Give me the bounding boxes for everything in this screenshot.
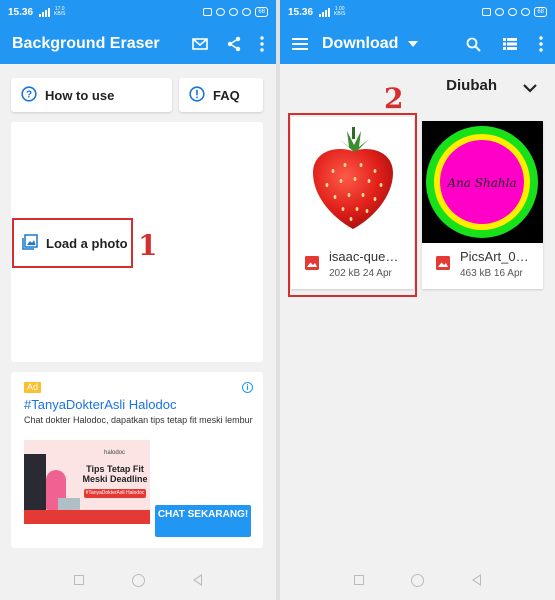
ad-title[interactable]: #TanyaDokterAsli Halodoc: [24, 397, 176, 412]
app-title: Background Eraser: [12, 35, 160, 52]
thumbnail-text: Ana Shahla: [446, 176, 516, 190]
picsart-thumbnail: Ana Shahla: [422, 121, 543, 243]
annotation-highlight-box: [288, 113, 417, 297]
sort-row: Diubah: [280, 64, 555, 108]
faq-button[interactable]: FAQ: [179, 78, 263, 112]
load-photo-button[interactable]: Load a photo: [12, 218, 133, 268]
search-icon[interactable]: [466, 37, 481, 52]
status-bar: 15.36 1.00 KB/S 68: [280, 0, 555, 24]
chat-now-button[interactable]: CHAT SEKARANG!: [155, 505, 251, 537]
back-nav-icon[interactable]: [472, 574, 482, 586]
battery-icon: 68: [255, 7, 268, 17]
screenshot-stage: 15.36 17.0 KB/S 68 Background Eraser ? H…: [0, 0, 555, 600]
background-eraser-screen: 15.36 17.0 KB/S 68 Background Eraser ? H…: [0, 0, 276, 600]
network-speed: 1.00 KB/S: [334, 6, 346, 17]
laptop-icon: [58, 498, 80, 510]
sort-label[interactable]: Diubah: [446, 77, 497, 94]
home-nav-icon[interactable]: [132, 573, 145, 587]
ad-description: Chat dokter Halodoc, dapatkan tips tetap…: [24, 415, 253, 425]
app-bar: Background Eraser: [0, 24, 276, 64]
hamburger-menu-icon[interactable]: [292, 38, 308, 50]
image-icon: [22, 233, 38, 253]
silent-icon: [495, 8, 505, 16]
ad-image-headline: Tips Tetap Fit Meski Deadline: [82, 464, 148, 484]
cast-icon: [203, 8, 213, 16]
chevron-down-icon[interactable]: [408, 41, 419, 47]
faq-label: FAQ: [213, 87, 240, 103]
network-speed: 17.0 KB/S: [54, 6, 66, 17]
status-bar: 15.36 17.0 KB/S 68: [0, 0, 276, 24]
ad-image-pill: #TanyaDokterAsli Halodoc: [84, 489, 146, 498]
ad-image-brand: halodoc: [104, 450, 126, 456]
silent-icon: [216, 8, 226, 16]
image-file-icon: [436, 256, 450, 275]
alarm-icon: [229, 8, 239, 16]
help-icon: ?: [21, 85, 37, 105]
cast-icon: [482, 8, 492, 16]
file-size: 463 kB: [460, 268, 492, 279]
share-icon[interactable]: [226, 36, 242, 52]
folder-title[interactable]: Download: [322, 35, 398, 53]
overflow-menu-icon[interactable]: [539, 36, 543, 52]
signal-icon: [319, 7, 331, 17]
status-time: 15.36: [8, 6, 34, 18]
recents-nav-icon[interactable]: [74, 575, 84, 585]
battery-icon: 68: [534, 7, 547, 17]
file-date: 16 Apr: [493, 268, 523, 279]
home-nav-icon[interactable]: [411, 573, 425, 587]
app-bar: Download: [280, 24, 555, 64]
file-picker-screen: 15.36 1.00 KB/S 68 Download Diubah isaac…: [280, 0, 555, 600]
alarm-icon: [508, 8, 518, 16]
ad-info-icon[interactable]: i: [242, 382, 253, 393]
back-nav-icon[interactable]: [193, 574, 202, 586]
info-alert-icon: [189, 85, 205, 105]
ad-image[interactable]: halodoc Tips Tetap Fit Meski Deadline #T…: [24, 440, 150, 524]
system-nav-bar: [280, 560, 555, 600]
how-to-use-button[interactable]: ? How to use: [11, 78, 172, 112]
headphones-icon: [521, 8, 531, 16]
recents-nav-icon[interactable]: [353, 575, 364, 585]
annotation-number-1: 1: [138, 229, 158, 262]
headphones-icon: [242, 8, 252, 16]
file-tile[interactable]: Ana Shahla PicsArt_0… 463 kB 16 Apr: [422, 121, 543, 289]
file-name: PicsArt_0…: [460, 249, 529, 264]
list-view-icon[interactable]: [503, 38, 517, 50]
file-meta: 463 kB 16 Apr: [460, 268, 523, 279]
ad-tag: Ad: [24, 382, 42, 393]
load-photo-label: Load a photo: [46, 235, 128, 251]
ad-image-footer: [24, 510, 150, 524]
overflow-menu-icon[interactable]: [260, 36, 264, 52]
annotation-number-2: 2: [384, 82, 404, 115]
status-time: 15.36: [288, 6, 314, 18]
ad-banner[interactable]: Ad i #TanyaDokterAsli Halodoc Chat dokte…: [11, 372, 263, 548]
svg-text:?: ?: [26, 89, 32, 100]
system-nav-bar: [0, 560, 276, 600]
how-to-use-label: How to use: [45, 87, 115, 103]
mail-icon[interactable]: [192, 38, 208, 50]
signal-icon: [39, 7, 51, 17]
chevron-down-icon[interactable]: [523, 80, 537, 98]
